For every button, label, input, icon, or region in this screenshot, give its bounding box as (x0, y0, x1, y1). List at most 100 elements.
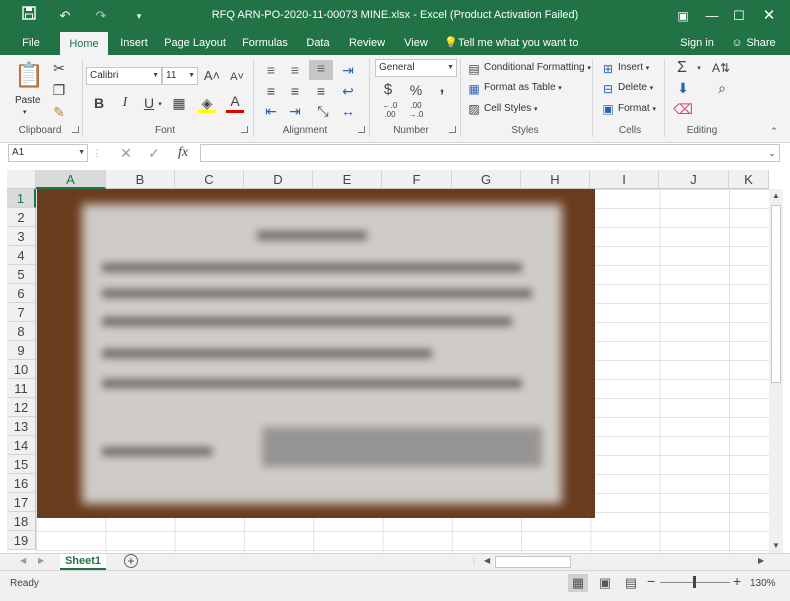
column-header[interactable]: I (590, 170, 659, 189)
name-box[interactable]: A1 ▼ (8, 144, 88, 162)
orientation-icon[interactable]: ⇥ (339, 62, 357, 78)
vertical-scroll-thumb[interactable] (771, 205, 781, 383)
percent-button[interactable]: % (408, 82, 424, 98)
cancel-entry-icon[interactable]: ✕ (118, 145, 134, 161)
decrease-font-icon[interactable]: A˅ (228, 69, 246, 85)
zoom-in-button[interactable]: + (733, 573, 741, 589)
row-header[interactable]: 3 (7, 227, 36, 246)
row-header[interactable]: 19 (7, 531, 36, 550)
sheet-tab-sheet1[interactable]: Sheet1 (60, 554, 106, 570)
paste-button[interactable]: Paste (15, 95, 41, 106)
bold-button[interactable]: B (90, 95, 108, 111)
row-header[interactable]: 10 (7, 360, 36, 379)
horizontal-scrollbar[interactable]: ◀ ▶ (482, 555, 770, 569)
tab-view[interactable]: View (400, 31, 432, 55)
column-header[interactable]: K (729, 170, 769, 189)
horizontal-scroll-thumb[interactable] (495, 556, 571, 568)
tab-insert[interactable]: Insert (114, 31, 154, 55)
underline-dropdown-icon[interactable]: ▾ (155, 97, 165, 113)
number-launcher-icon[interactable] (449, 126, 456, 133)
column-header[interactable]: F (382, 170, 452, 189)
font-size-select[interactable]: 11 ▼ (162, 67, 198, 85)
format-painter-icon[interactable]: ✎ (50, 104, 68, 120)
format-cells-button[interactable]: Format ▾ (618, 103, 656, 114)
merge-center-icon[interactable]: ↔ (339, 103, 357, 119)
embedded-blurred-image[interactable] (37, 189, 595, 518)
row-header[interactable]: 15 (7, 455, 36, 474)
clear-icon[interactable]: ⌫ (673, 101, 693, 117)
find-select-icon[interactable]: ⌕ (712, 80, 732, 96)
scroll-left-icon[interactable]: ◀ (484, 556, 490, 565)
tab-review[interactable]: Review (346, 31, 388, 55)
row-header[interactable]: 16 (7, 474, 36, 493)
clipboard-launcher-icon[interactable] (72, 126, 79, 133)
sort-filter-icon[interactable]: A⇅ (710, 60, 732, 76)
scroll-right-icon[interactable]: ▶ (758, 556, 764, 565)
insert-function-button[interactable]: fx (174, 145, 192, 161)
number-format-select[interactable]: General ▼ (375, 59, 457, 77)
cell-styles-button[interactable]: Cell Styles ▾ (484, 103, 538, 114)
column-header[interactable]: E (313, 170, 382, 189)
tab-file[interactable]: File (14, 31, 48, 55)
normal-view-icon[interactable]: ▦ (568, 574, 588, 592)
top-align-icon[interactable]: ≡ (262, 62, 280, 78)
align-right-icon[interactable]: ≡ (312, 83, 330, 99)
cut-icon[interactable]: ✂ (50, 60, 68, 76)
align-center-icon[interactable]: ≡ (286, 83, 304, 99)
format-as-table-button[interactable]: Format as Table ▾ (484, 82, 562, 93)
sign-in-link[interactable]: Sign in (678, 31, 716, 55)
row-header[interactable]: 6 (7, 284, 36, 303)
column-header[interactable]: B (106, 170, 175, 189)
zoom-slider-handle[interactable] (693, 576, 696, 588)
decrease-indent-icon[interactable]: ⇤ (262, 103, 280, 119)
minimize-button[interactable]: — (697, 5, 727, 27)
tab-home[interactable]: Home (60, 32, 108, 55)
row-header[interactable]: 14 (7, 436, 36, 455)
row-header[interactable]: 18 (7, 512, 36, 531)
paste-dropdown-icon[interactable]: ▾ (23, 108, 27, 116)
collapse-ribbon-icon[interactable]: ⌃ (768, 123, 780, 139)
font-launcher-icon[interactable] (241, 126, 248, 133)
page-break-view-icon[interactable]: ▤ (622, 574, 640, 592)
zoom-level[interactable]: 130% (750, 578, 776, 589)
increase-indent-icon[interactable]: ⇥ (286, 103, 304, 119)
row-header[interactable]: 12 (7, 398, 36, 417)
scroll-down-icon[interactable]: ▼ (772, 541, 781, 550)
scroll-up-icon[interactable]: ▲ (772, 191, 781, 200)
italic-button[interactable]: I (116, 95, 134, 111)
bottom-align-icon[interactable]: ≡ (309, 60, 333, 80)
vertical-scrollbar[interactable]: ▲ ▼ (769, 189, 783, 553)
row-header[interactable]: 2 (7, 208, 36, 227)
align-left-icon[interactable]: ≡ (262, 83, 280, 99)
fill-icon[interactable]: ⬇ (673, 80, 693, 96)
increase-font-icon[interactable]: A˄ (203, 68, 221, 84)
enter-entry-icon[interactable]: ✓ (146, 145, 162, 161)
insert-cells-button[interactable]: Insert ▾ (618, 62, 649, 73)
expand-formula-bar-icon[interactable]: ⌄ (766, 145, 778, 161)
wrap-text-icon[interactable]: ↩ (339, 83, 357, 99)
borders-icon[interactable]: ▦ (170, 95, 188, 111)
zoom-out-button[interactable]: − (647, 573, 655, 589)
row-header[interactable]: 4 (7, 246, 36, 265)
column-header[interactable]: A (36, 170, 106, 189)
tab-data[interactable]: Data (302, 31, 334, 55)
prev-sheet-icon[interactable]: ◀ (20, 556, 26, 565)
currency-button[interactable]: $ (380, 82, 396, 98)
select-all-corner[interactable] (7, 170, 36, 189)
middle-align-icon[interactable]: ≡ (286, 62, 304, 78)
ribbon-display-options-icon[interactable]: ▣ (668, 5, 698, 27)
tell-me-search[interactable]: Tell me what you want to do... (458, 31, 588, 73)
column-header[interactable]: C (175, 170, 244, 189)
row-header[interactable]: 5 (7, 265, 36, 284)
increase-decimal-icon[interactable]: ←.0.00 (380, 101, 400, 119)
formula-input[interactable] (200, 144, 780, 162)
paste-icon[interactable]: 📋 (14, 60, 44, 92)
autosum-icon[interactable]: Σ (672, 60, 692, 76)
column-header[interactable]: G (452, 170, 521, 189)
fill-color-icon[interactable]: ◈ (198, 95, 216, 113)
row-header[interactable]: 1 (7, 189, 36, 208)
text-orientation-icon[interactable]: ⤡ (312, 103, 334, 119)
column-header[interactable]: D (244, 170, 313, 189)
row-header[interactable]: 11 (7, 379, 36, 398)
more-sheets-icon[interactable]: ⋮ (470, 557, 478, 566)
